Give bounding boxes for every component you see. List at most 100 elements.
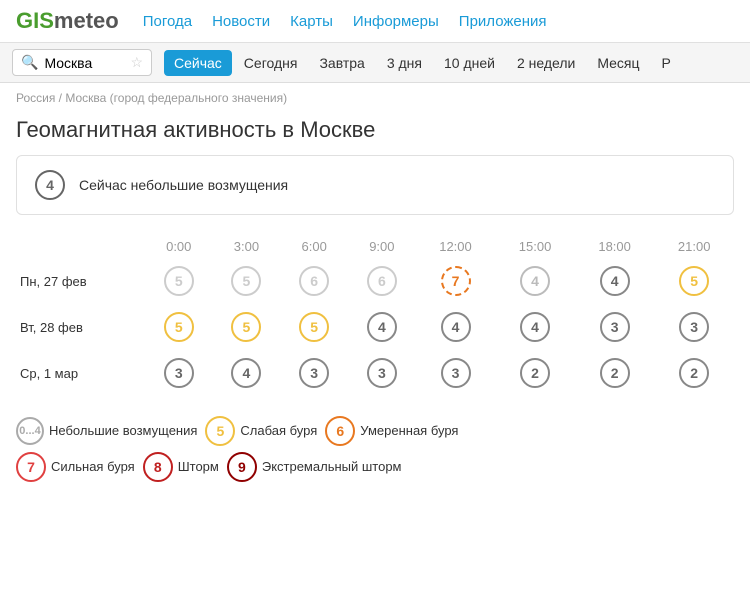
legend-item-9: 9 Экстремальный шторм [227,452,402,482]
cell-r2-c2: 3 [280,350,348,396]
tab-more[interactable]: Р [652,50,681,76]
cell-r2-c5: 2 [495,350,575,396]
breadcrumb: Россия / Москва (город федерального знач… [0,83,750,113]
cell-r0-c4: 7 [416,258,496,304]
cell-r1-c4: 4 [416,304,496,350]
col-6: 6:00 [280,235,348,258]
cell-r2-c7: 2 [654,350,734,396]
time-tabs: Сейчас Сегодня Завтра 3 дня 10 дней 2 не… [164,50,681,76]
cell-r0-c0: 5 [145,258,213,304]
search-bar: 🔍 ☆ Сейчас Сегодня Завтра 3 дня 10 дней … [0,43,750,83]
cell-r0-c7: 5 [654,258,734,304]
badge-r1-c1: 5 [231,312,261,342]
cell-r2-c6: 2 [575,350,655,396]
tab-3days[interactable]: 3 дня [377,50,432,76]
badge-r2-c3: 3 [367,358,397,388]
col-15: 15:00 [495,235,575,258]
logo-meteo: meteo [54,8,119,33]
cell-r0-c2: 6 [280,258,348,304]
badge-r2-c7: 2 [679,358,709,388]
cell-r1-c2: 5 [280,304,348,350]
cell-r0-c1: 5 [213,258,281,304]
favorite-icon[interactable]: ☆ [130,54,143,71]
cell-r1-c3: 4 [348,304,416,350]
legend-badge-0-4: 0...4 [16,417,44,445]
tab-today[interactable]: Сегодня [234,50,308,76]
badge-r0-c1: 5 [231,266,261,296]
site-logo: GISmeteo [16,8,119,34]
badge-r0-c3: 6 [367,266,397,296]
legend-badge-9: 9 [227,452,257,482]
legend-badge-7: 7 [16,452,46,482]
legend-row-1: 0...4 Небольшие возмущения 5 Слабая буря… [16,416,734,446]
col-0: 0:00 [145,235,213,258]
breadcrumb-text: Россия / Москва (город федерального знач… [16,91,287,105]
cell-r0-c5: 4 [495,258,575,304]
search-box[interactable]: 🔍 ☆ [12,49,152,76]
cell-r2-c3: 3 [348,350,416,396]
legend-item-6: 6 Умеренная буря [325,416,458,446]
nav-news[interactable]: Новости [212,13,270,30]
tab-month[interactable]: Месяц [587,50,649,76]
badge-r1-c3: 4 [367,312,397,342]
table-row: Ср, 1 мар34333222 [16,350,734,396]
nav-maps[interactable]: Карты [290,13,333,30]
badge-r0-c4: 7 [441,266,471,296]
cell-r1-c1: 5 [213,304,281,350]
legend-label-7: Сильная буря [51,454,135,480]
status-text: Сейчас небольшие возмущения [79,177,288,193]
badge-r1-c0: 5 [164,312,194,342]
badge-r2-c5: 2 [520,358,550,388]
search-input[interactable] [44,55,124,71]
day-label-1: Вт, 28 фев [16,304,145,350]
badge-r2-c4: 3 [441,358,471,388]
legend-label-0-4: Небольшие возмущения [49,418,197,444]
legend-badge-6: 6 [325,416,355,446]
cell-r0-c3: 6 [348,258,416,304]
badge-r1-c4: 4 [441,312,471,342]
legend: 0...4 Небольшие возмущения 5 Слабая буря… [16,416,734,482]
table-row: Пн, 27 фев55667445 [16,258,734,304]
col-18: 18:00 [575,235,655,258]
cell-r1-c6: 3 [575,304,655,350]
badge-r2-c6: 2 [600,358,630,388]
cell-r1-c5: 4 [495,304,575,350]
search-icon: 🔍 [21,54,38,71]
legend-item-0-4: 0...4 Небольшие возмущения [16,417,197,445]
legend-label-9: Экстремальный шторм [262,454,402,480]
main-content: 4 Сейчас небольшие возмущения 0:00 3:00 … [0,155,750,504]
table-row: Вт, 28 фев55544433 [16,304,734,350]
badge-r0-c0: 5 [164,266,194,296]
legend-row-2: 7 Сильная буря 8 Шторм 9 Экстремальный ш… [16,452,734,482]
badge-r1-c5: 4 [520,312,550,342]
status-card: 4 Сейчас небольшие возмущения [16,155,734,215]
badge-r1-c7: 3 [679,312,709,342]
badge-r0-c2: 6 [299,266,329,296]
cell-r1-c0: 5 [145,304,213,350]
col-9: 9:00 [348,235,416,258]
status-level-badge: 4 [35,170,65,200]
tab-2weeks[interactable]: 2 недели [507,50,585,76]
logo-gis: GIS [16,8,54,33]
legend-label-6: Умеренная буря [360,418,458,444]
tab-10days[interactable]: 10 дней [434,50,505,76]
badge-r0-c6: 4 [600,266,630,296]
cell-r2-c1: 4 [213,350,281,396]
badge-r1-c6: 3 [600,312,630,342]
col-12: 12:00 [416,235,496,258]
legend-label-8: Шторм [178,454,219,480]
col-21: 21:00 [654,235,734,258]
col-day [16,235,145,258]
nav-weather[interactable]: Погода [143,13,192,30]
nav-apps[interactable]: Приложения [459,13,547,30]
legend-item-7: 7 Сильная буря [16,452,135,482]
tab-now[interactable]: Сейчас [164,50,232,76]
tab-tomorrow[interactable]: Завтра [309,50,374,76]
legend-badge-8: 8 [143,452,173,482]
badge-r0-c5: 4 [520,266,550,296]
day-label-0: Пн, 27 фев [16,258,145,304]
cell-r2-c0: 3 [145,350,213,396]
page-title: Геомагнитная активность в Москве [0,113,750,155]
nav-informers[interactable]: Информеры [353,13,439,30]
cell-r1-c7: 3 [654,304,734,350]
